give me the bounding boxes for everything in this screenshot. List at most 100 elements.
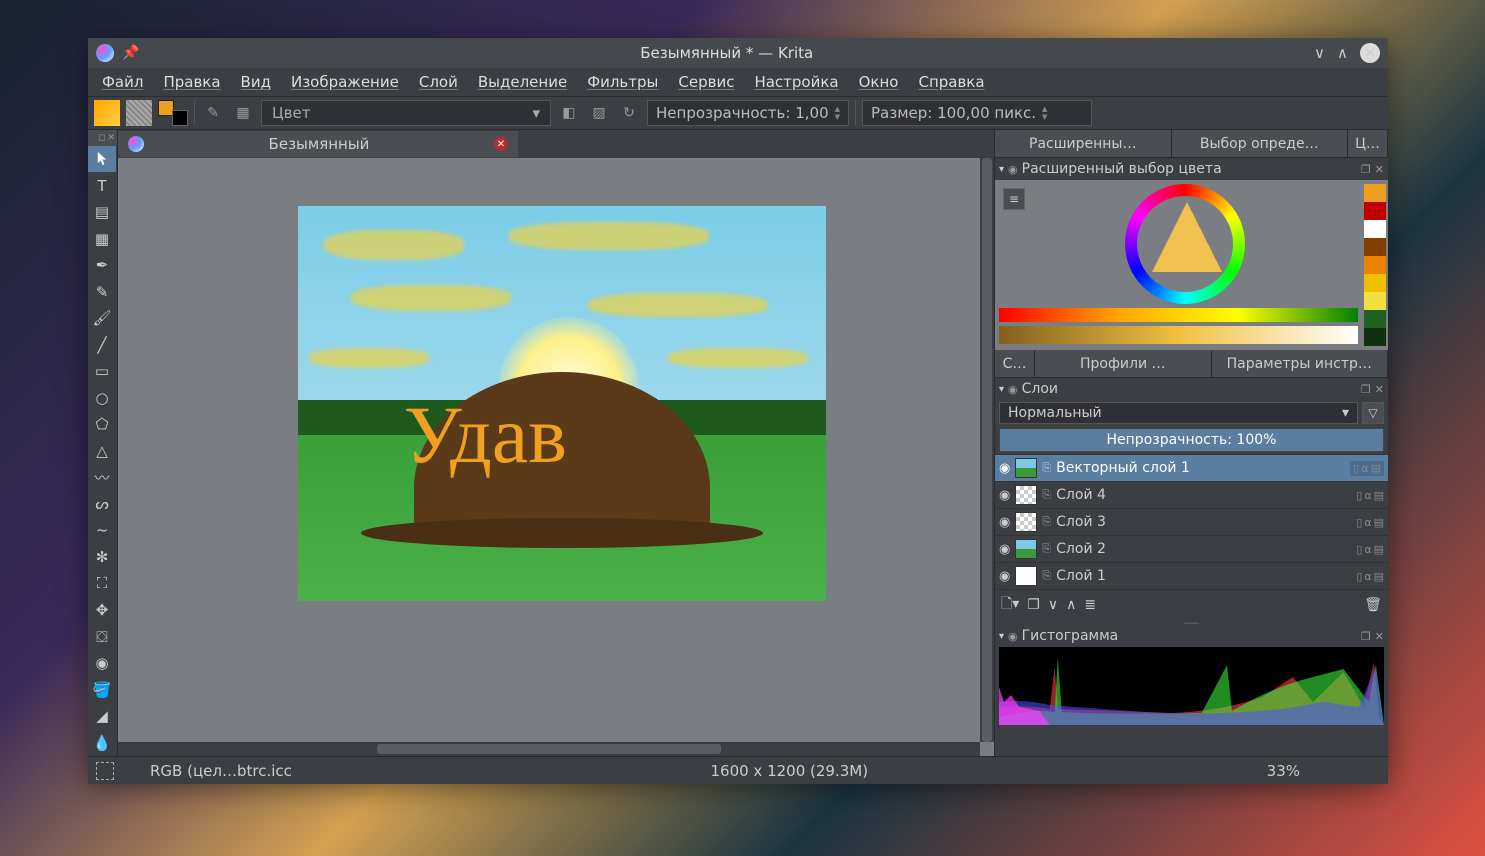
tab-profiles[interactable]: Профили … [1035, 350, 1212, 377]
histogram-header[interactable]: ▾ ◉ Гистограмма ❐ ✕ [995, 625, 1388, 647]
toolbox-header[interactable]: ◻✕ [88, 130, 117, 146]
tool-polygon[interactable]: ⬠ [88, 411, 116, 438]
menu-settings[interactable]: Настройка [746, 70, 846, 94]
tool-bezier[interactable]: 〰 [88, 464, 116, 491]
minimize-button[interactable]: ∨ [1314, 44, 1325, 62]
swatch[interactable] [1364, 310, 1386, 328]
document-tab[interactable]: Безымянный ✕ [118, 131, 518, 157]
opacity-spinner[interactable]: Непрозрачность: 1,00 ▲▼ [647, 100, 849, 126]
move-layer-down-button[interactable]: ∨ [1048, 597, 1058, 613]
menu-view[interactable]: Вид [233, 70, 279, 94]
maximize-button[interactable]: ∧ [1337, 44, 1348, 62]
canvas[interactable]: Удав [298, 206, 826, 601]
tool-rectangle[interactable]: ▭ [88, 358, 116, 385]
horizontal-scrollbar[interactable] [118, 742, 980, 756]
menu-layer[interactable]: Слой [411, 70, 466, 94]
swatch[interactable] [1364, 220, 1386, 238]
tool-color-picker[interactable]: 💧 [88, 729, 116, 756]
saturation-slider[interactable] [999, 326, 1358, 344]
tool-pointer[interactable] [88, 146, 116, 173]
tool-line[interactable]: ╱ [88, 331, 116, 358]
move-layer-up-button[interactable]: ∧ [1066, 597, 1076, 613]
reload-icon[interactable]: ↻ [617, 101, 641, 125]
zoom-level[interactable]: 33% [1267, 762, 1380, 780]
menu-image[interactable]: Изображение [283, 70, 407, 94]
layer-row[interactable]: ◉ ⎘ Векторный слой 1 ▯α▤ [995, 454, 1388, 481]
color-selector[interactable]: ≡ [995, 180, 1388, 350]
tool-gradient[interactable]: ◢ [88, 703, 116, 730]
layer-locks[interactable]: ▯α▤ [1356, 543, 1384, 556]
swatch[interactable] [1364, 292, 1386, 310]
visibility-icon[interactable]: ◉ [999, 461, 1010, 476]
color-triangle[interactable] [1152, 202, 1222, 272]
selection-mode-icon[interactable] [96, 762, 114, 780]
tab-layers-short[interactable]: С… [995, 350, 1035, 377]
close-docker-icon[interactable]: ✕ [1375, 163, 1384, 176]
menu-filters[interactable]: Фильтры [579, 70, 666, 94]
lock-icon[interactable]: ◉ [1008, 630, 1018, 643]
tool-pencil[interactable]: ✎ [88, 278, 116, 305]
color-history[interactable] [1364, 184, 1386, 346]
swatch[interactable] [1364, 202, 1386, 220]
layer-locks[interactable]: ▯α▤ [1350, 461, 1384, 476]
tab-close-button[interactable]: ✕ [494, 137, 508, 151]
tool-multibrush[interactable]: ✻ [88, 544, 116, 571]
color-selector-header[interactable]: ▾ ◉ Расширенный выбор цвета ❐ ✕ [995, 158, 1388, 180]
tool-transform[interactable]: ⛋ [88, 623, 116, 650]
layer-locks[interactable]: ▯α▤ [1356, 516, 1384, 529]
titlebar[interactable]: 📌 Безымянный * — Krita ∨ ∧ ✕ [88, 38, 1388, 68]
layer-locks[interactable]: ▯α▤ [1356, 570, 1384, 583]
visibility-icon[interactable]: ◉ [999, 515, 1010, 530]
color-profile-label[interactable]: RGB (цел…btrc.icc [130, 762, 312, 780]
canvas-text-object[interactable]: Удав [404, 388, 567, 482]
tool-text[interactable]: T [88, 172, 116, 199]
swatch[interactable] [1364, 238, 1386, 256]
swatch[interactable] [1364, 274, 1386, 292]
tool-fill[interactable]: 🪣 [88, 676, 116, 703]
collapse-icon[interactable]: ▾ [999, 384, 1004, 395]
layer-locks[interactable]: ▯α▤ [1356, 489, 1384, 502]
add-layer-button[interactable]: 🗋▾ [1001, 593, 1019, 617]
fg-bg-colors[interactable] [158, 100, 188, 126]
layer-opacity-slider[interactable]: Непрозрачность: 100% [999, 428, 1384, 452]
collapse-icon[interactable]: ▾ [999, 631, 1004, 642]
swatch[interactable] [1364, 256, 1386, 274]
tab-color-third[interactable]: Ц… [1348, 130, 1388, 157]
visibility-icon[interactable]: ◉ [999, 488, 1010, 503]
brush-editor-icon[interactable]: ✎ [201, 101, 225, 125]
layer-row[interactable]: ◉ ⎘ Слой 4 ▯α▤ [995, 481, 1388, 508]
gradient-swatch[interactable] [94, 100, 120, 126]
tool-calligraphy[interactable]: ✒ [88, 252, 116, 279]
size-spinner[interactable]: Размер: 100,00 пикс. ▲▼ [862, 100, 1092, 126]
duplicate-layer-button[interactable]: ❐ [1027, 597, 1040, 613]
float-icon[interactable]: ❐ [1361, 163, 1371, 176]
menu-window[interactable]: Окно [851, 70, 907, 94]
tab-specific-color[interactable]: Выбор опреде… [1172, 130, 1349, 157]
tool-move[interactable]: ✥ [88, 597, 116, 624]
eraser-icon[interactable]: ◧ [557, 101, 581, 125]
delete-layer-button[interactable]: 🗑 [1364, 597, 1382, 613]
tool-crop[interactable]: ⛶ [88, 570, 116, 597]
collapse-icon[interactable]: ▾ [999, 164, 1004, 175]
layers-header[interactable]: ▾ ◉ Слои ❐ ✕ [995, 378, 1388, 400]
tool-gradient-edit[interactable]: ▤ [88, 199, 116, 226]
pattern-swatch[interactable] [126, 100, 152, 126]
menu-help[interactable]: Справка [910, 70, 992, 94]
color-selector-options-icon[interactable]: ≡ [1003, 188, 1025, 210]
swatch[interactable] [1364, 328, 1386, 346]
tab-tool-options[interactable]: Параметры инстр… [1212, 350, 1389, 377]
lock-icon[interactable]: ◉ [1008, 383, 1018, 396]
layer-row[interactable]: ◉ ⎘ Слой 3 ▯α▤ [995, 508, 1388, 535]
hue-slider[interactable] [999, 308, 1358, 322]
close-docker-icon[interactable]: ✕ [1375, 630, 1384, 643]
tool-ellipse[interactable]: ○ [88, 385, 116, 412]
layer-properties-button[interactable]: ≣ [1084, 597, 1096, 613]
tool-dynamic-brush[interactable]: ~ [88, 517, 116, 544]
layer-row[interactable]: ◉ ⎘ Слой 1 ▯α▤ [995, 562, 1388, 589]
layer-blend-mode-combo[interactable]: Нормальный▾ [999, 402, 1358, 424]
close-button[interactable]: ✕ [1360, 43, 1380, 63]
float-icon[interactable]: ❐ [1361, 383, 1371, 396]
menu-tools[interactable]: Сервис [670, 70, 742, 94]
menu-file[interactable]: Файл [94, 70, 151, 94]
canvas-viewport[interactable]: Удав [118, 158, 994, 756]
